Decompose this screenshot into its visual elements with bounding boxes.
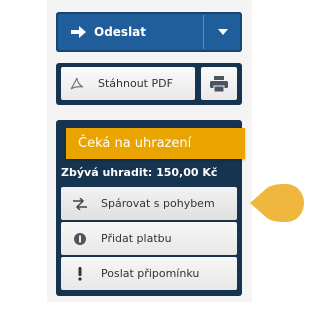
- arrow-right-icon: [71, 26, 86, 38]
- caret-down-icon: [218, 29, 228, 35]
- send-dropdown-button[interactable]: [204, 12, 242, 52]
- send-reminder-label: Poslat připomínku: [101, 267, 200, 280]
- download-pdf-button[interactable]: Stáhnout PDF: [61, 67, 195, 100]
- callout-pointer: [250, 184, 304, 222]
- add-payment-label: Přidat platbu: [101, 232, 172, 245]
- download-pdf-label: Stáhnout PDF: [98, 77, 173, 90]
- remaining-amount: Zbývá uhradit: 150,00 Kč: [61, 165, 218, 179]
- pdf-toolbar: Stáhnout PDF: [56, 63, 242, 105]
- pdf-icon: [70, 77, 84, 91]
- add-payment-button[interactable]: Přidat platbu: [61, 222, 237, 255]
- status-badge: Čeká na uhrazení: [66, 128, 245, 159]
- send-reminder-button[interactable]: Poslat připomínku: [61, 257, 237, 290]
- send-label: Odeslat: [94, 25, 147, 39]
- pair-with-transaction-button[interactable]: Spárovat s pohybem: [61, 187, 237, 220]
- pair-label: Spárovat s pohybem: [101, 197, 215, 210]
- exclamation-icon: [71, 266, 89, 281]
- send-split-button: Odeslat: [56, 12, 242, 52]
- payment-icon: [71, 232, 89, 246]
- print-button[interactable]: [201, 67, 237, 100]
- printer-icon: [210, 75, 228, 92]
- pair-arrows-icon: [71, 197, 89, 210]
- send-button[interactable]: Odeslat: [56, 12, 202, 52]
